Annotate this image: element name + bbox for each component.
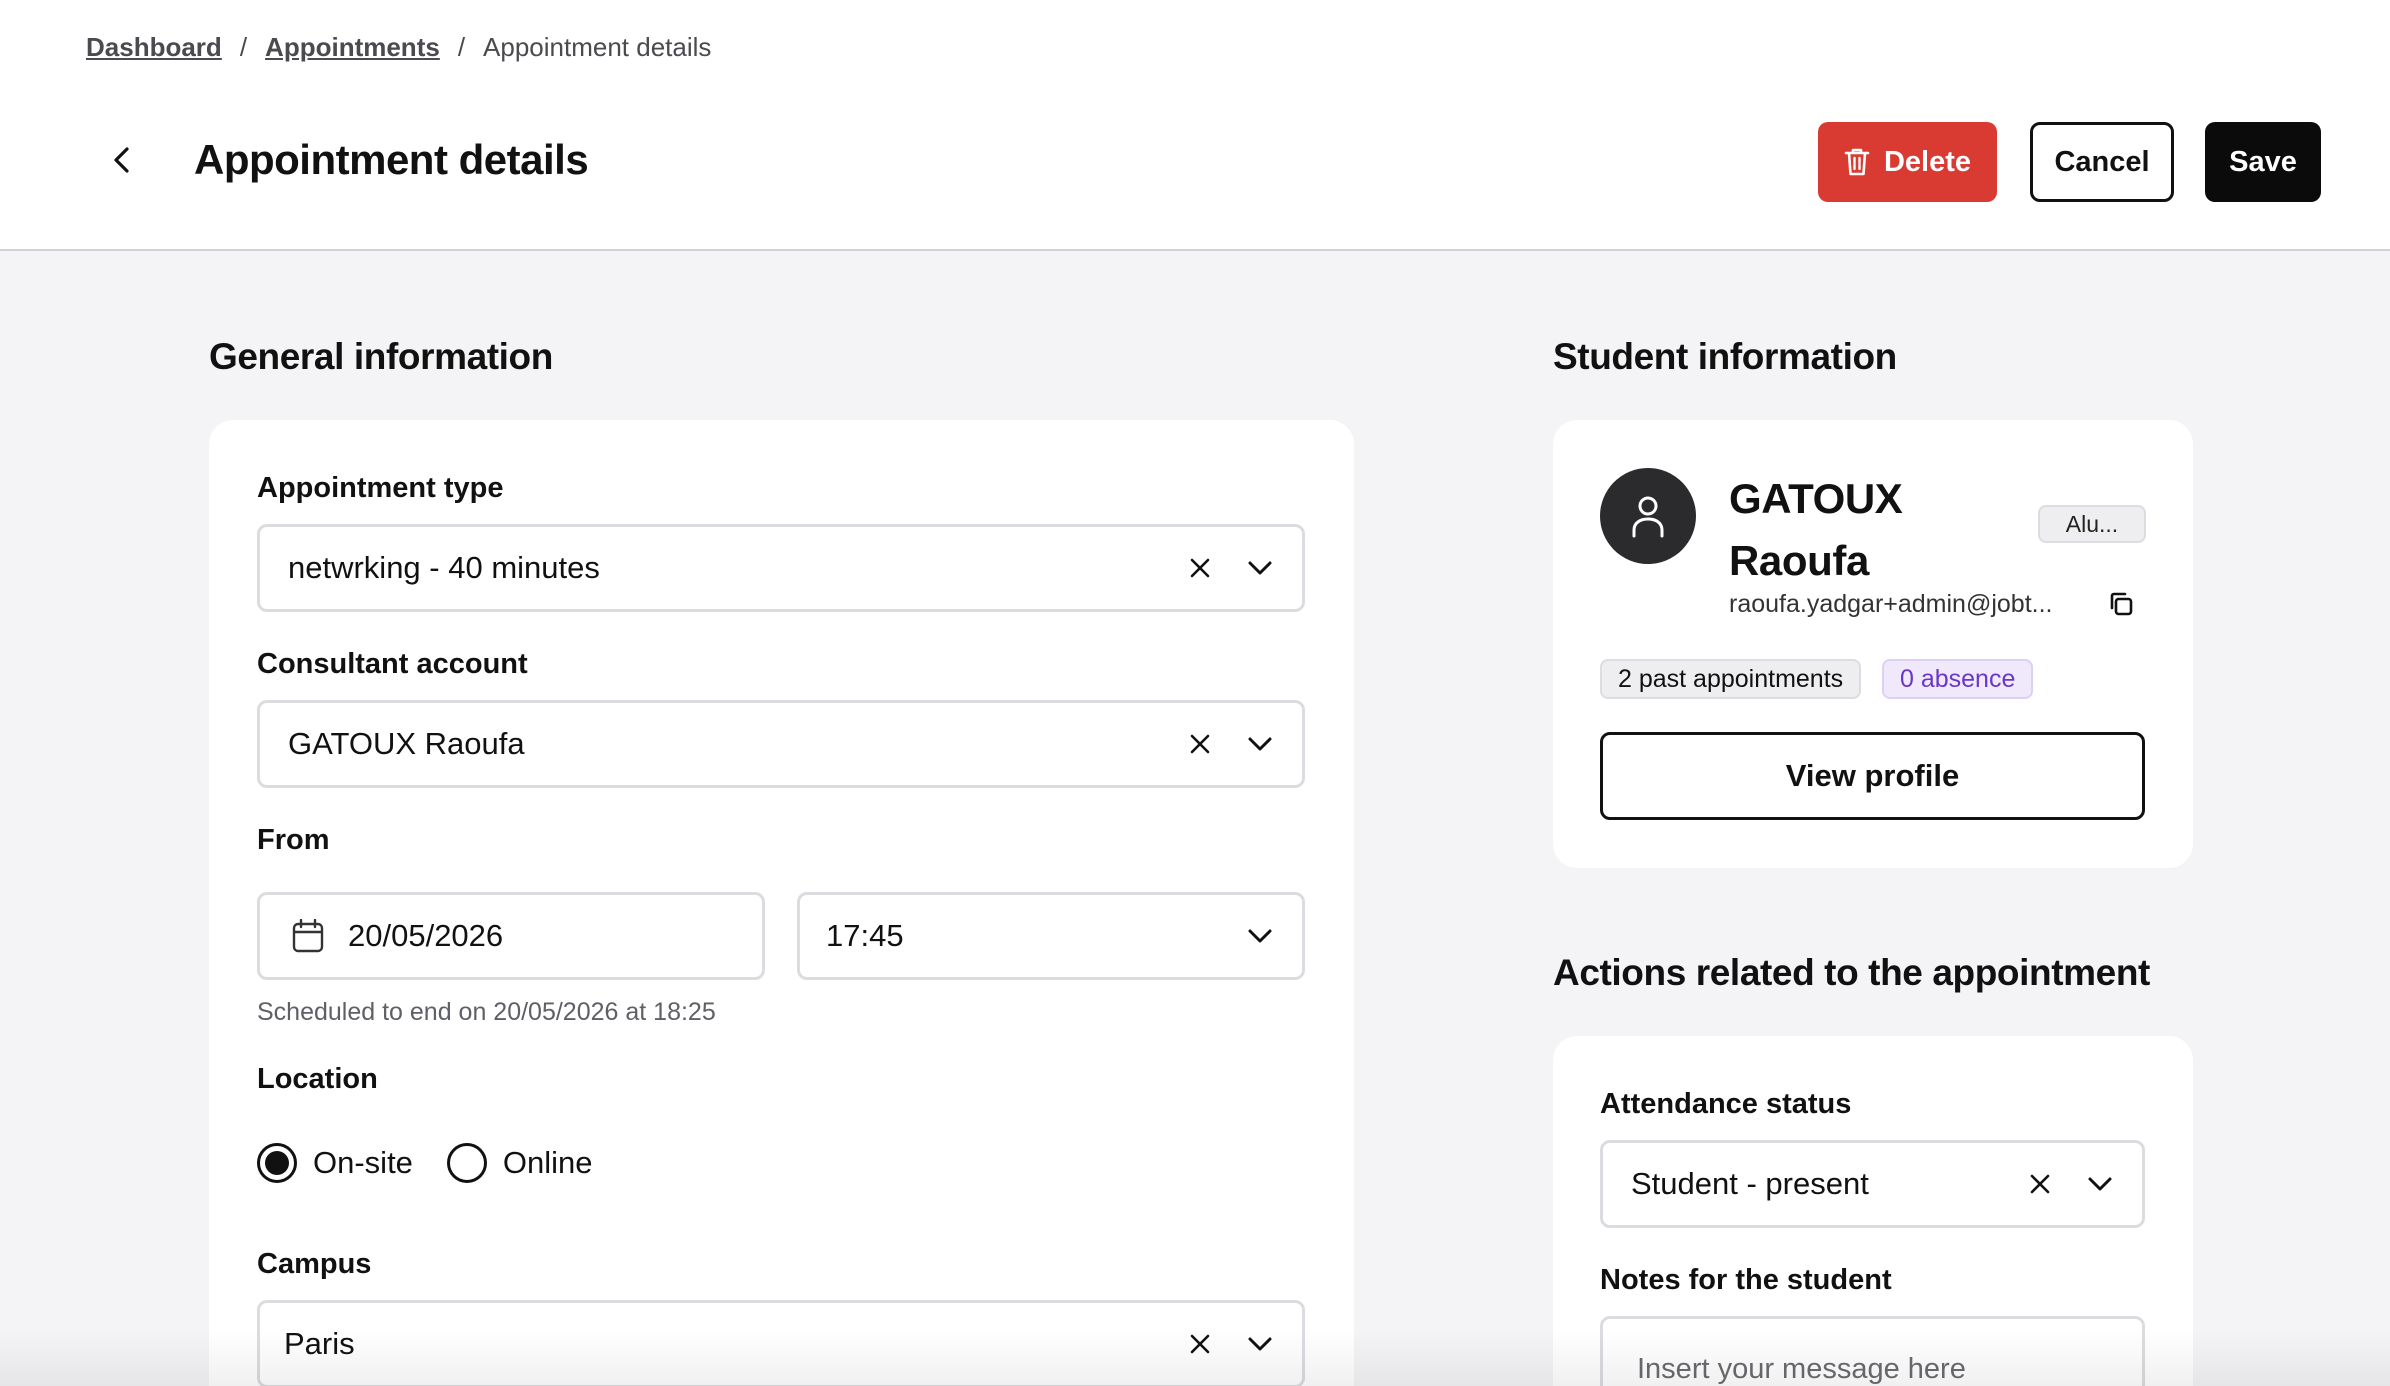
back-button[interactable]: [98, 136, 146, 184]
actions-title: Actions related to the appointment: [1553, 952, 2150, 993]
delete-button-label: Delete: [1883, 145, 1972, 178]
location-radio-group: On-site Online: [257, 1143, 627, 1183]
trash-icon: [1844, 148, 1870, 176]
past-appointments-badge: 2 past appointments: [1600, 659, 1862, 699]
location-option-label: On-site: [313, 1145, 413, 1180]
consultant-account-label: Consultant account: [257, 648, 528, 680]
breadcrumb: Dashboard / Appointments / Appointment d…: [86, 32, 711, 63]
copy-email-button[interactable]: [2105, 588, 2137, 620]
location-option-on-site[interactable]: On-site: [257, 1143, 413, 1183]
chevron-down-icon[interactable]: [1240, 916, 1280, 956]
delete-button[interactable]: Delete: [1818, 122, 1997, 202]
attendance-status-label: Attendance status: [1600, 1088, 1852, 1120]
location-label: Location: [257, 1063, 378, 1095]
student-name: GATOUX Raoufa: [1729, 468, 1959, 592]
clear-icon[interactable]: [1180, 724, 1220, 764]
student-first-name: Raoufa: [1729, 537, 1869, 584]
view-profile-label: View profile: [1785, 758, 1960, 793]
save-button[interactable]: Save: [2205, 122, 2321, 202]
save-button-label: Save: [2229, 145, 2297, 178]
from-time-select[interactable]: 17:45: [797, 892, 1305, 980]
chevron-down-icon[interactable]: [1240, 1324, 1280, 1364]
from-label: From: [257, 824, 330, 856]
notes-textarea[interactable]: [1600, 1316, 2145, 1386]
cancel-button-label: Cancel: [2054, 145, 2150, 178]
campus-value: Paris: [284, 1326, 355, 1361]
campus-select[interactable]: Paris: [257, 1300, 1305, 1386]
user-icon: [1632, 496, 1664, 538]
page-title: Appointment details: [194, 136, 589, 183]
from-time-value: 17:45: [826, 918, 904, 953]
absence-badge: 0 absence: [1882, 659, 2034, 699]
chevron-down-icon[interactable]: [1240, 548, 1280, 588]
from-date-value: 20/05/2026: [348, 918, 504, 953]
radio-unchecked-icon[interactable]: [446, 1143, 487, 1183]
general-information-title: General information: [209, 336, 553, 377]
radio-checked-icon[interactable]: [257, 1143, 297, 1183]
appointment-type-select[interactable]: netwrking - 40 minutes: [257, 524, 1305, 612]
consultant-account-select[interactable]: GATOUX Raoufa: [257, 700, 1305, 788]
consultant-account-value: GATOUX Raoufa: [288, 726, 525, 761]
chevron-left-icon: [114, 147, 129, 173]
location-option-label: Online: [502, 1145, 593, 1180]
scheduled-end-hint: Scheduled to end on 20/05/2026 at 18:25: [257, 998, 716, 1026]
student-last-name: GATOUX: [1729, 475, 1903, 522]
cancel-button[interactable]: Cancel: [2030, 122, 2174, 202]
clear-icon[interactable]: [1180, 548, 1220, 588]
attendance-status-value: Student - present: [1631, 1166, 1869, 1201]
clear-icon[interactable]: [1180, 1324, 1220, 1364]
avatar: [1600, 468, 1696, 564]
breadcrumb-separator: /: [457, 32, 466, 62]
student-email: raoufa.yadgar+admin@jobt...: [1729, 590, 2053, 618]
breadcrumb-link-dashboard[interactable]: Dashboard: [86, 32, 222, 63]
role-badge: Alu...: [2038, 505, 2146, 543]
breadcrumb-separator: /: [239, 32, 248, 62]
notes-label: Notes for the student: [1600, 1264, 1892, 1296]
attendance-status-select[interactable]: Student - present: [1600, 1140, 2145, 1228]
appointment-type-label: Appointment type: [257, 472, 504, 504]
student-information-title: Student information: [1553, 336, 1897, 377]
chevron-down-icon[interactable]: [2080, 1164, 2120, 1204]
from-date-input[interactable]: 20/05/2026: [257, 892, 765, 980]
breadcrumb-current: Appointment details: [483, 32, 712, 62]
view-profile-button[interactable]: View profile: [1600, 732, 2145, 820]
page-header: Dashboard / Appointments / Appointment d…: [0, 0, 2390, 251]
clear-icon[interactable]: [2020, 1164, 2060, 1204]
breadcrumb-link-appointments[interactable]: Appointments: [265, 32, 440, 63]
campus-label: Campus: [257, 1248, 372, 1280]
location-option-online[interactable]: Online: [446, 1143, 593, 1183]
copy-icon: [2110, 592, 2133, 616]
chevron-down-icon[interactable]: [1240, 724, 1280, 764]
calendar-icon: [290, 918, 326, 954]
appointment-type-value: netwrking - 40 minutes: [288, 550, 600, 585]
